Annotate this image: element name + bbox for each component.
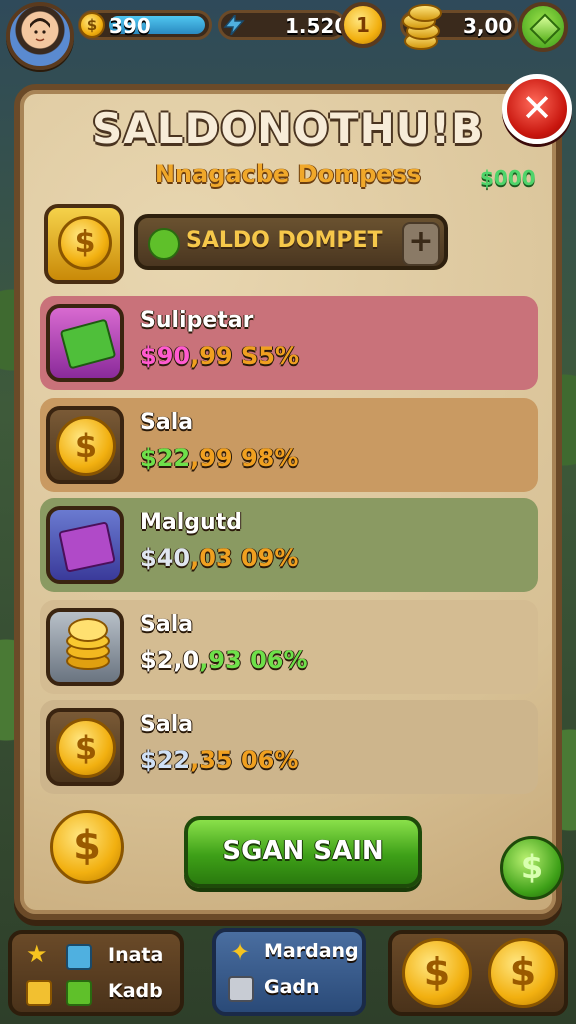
- inventory-button[interactable]: ★ Inata Kadb: [8, 930, 184, 1016]
- add-gems-button[interactable]: [518, 2, 568, 52]
- trade-button[interactable]: ✦ Mardang Gadn: [212, 928, 366, 1016]
- gold-amount: 390: [109, 14, 151, 38]
- dollar-coin-icon: $: [402, 938, 472, 1008]
- dollar-coin-icon: $: [58, 216, 112, 270]
- energy-counter[interactable]: 1.520: [218, 10, 349, 40]
- wallet-balance-bar[interactable]: SALDO DOMPET +: [134, 214, 448, 270]
- star-icon: ★: [26, 940, 48, 968]
- wallet-coin-icon[interactable]: $: [44, 204, 124, 284]
- top-resource-bar: $ 390 1.520 1 3,00: [0, 0, 576, 70]
- dollar-coin-icon[interactable]: $: [50, 810, 124, 884]
- leaf-icon: [148, 228, 180, 260]
- gold-counter[interactable]: $ 390: [78, 10, 212, 40]
- energy-amount: 1.520: [285, 14, 349, 38]
- gem-icon: [529, 13, 561, 45]
- confirm-button[interactable]: SGAN SAIN: [184, 816, 422, 888]
- gold-coin-icon: $: [46, 406, 124, 484]
- item-price: $90,99 S5%: [140, 342, 300, 370]
- item-name: Malgutd: [140, 510, 242, 535]
- balance-tag: $000: [480, 166, 536, 190]
- item-price: $2,0,93 06%: [140, 646, 308, 674]
- bottom-left-label-bottom: Kadb: [108, 980, 163, 1002]
- add-funds-button[interactable]: +: [402, 222, 440, 266]
- item-price: $22,35 06%: [140, 746, 299, 774]
- list-item[interactable]: $ Sala $22,35 06%: [40, 700, 538, 794]
- bottom-mid-label-bottom: Gadn: [264, 976, 320, 998]
- lightning-icon: [223, 15, 245, 35]
- green-cash-icon: [66, 980, 92, 1006]
- sparkle-icon: ✦: [230, 938, 251, 966]
- item-name: Sala: [140, 410, 194, 435]
- list-item[interactable]: $ Sala $22,99 98%: [40, 398, 538, 492]
- wallet-label: SALDO DOMPET: [186, 228, 383, 253]
- list-item[interactable]: Sulipetar $90,99 S5%: [40, 296, 538, 390]
- item-price: $40,03 09%: [140, 544, 299, 572]
- coin-shop-button[interactable]: $ $: [388, 930, 568, 1016]
- blue-gem-icon: [66, 944, 92, 970]
- avatar-face-icon: [30, 18, 50, 42]
- player-avatar[interactable]: [6, 2, 74, 70]
- purple-book-icon: [46, 506, 124, 584]
- gold-coin-icon: $: [79, 12, 105, 38]
- coins-amount: 3,00: [463, 14, 513, 38]
- bottom-nav: ★ Inata Kadb ✦ Mardang Gadn $ $: [0, 924, 576, 1024]
- gold-box-icon: [26, 980, 52, 1006]
- bottom-mid-label-top: Mardang: [264, 940, 359, 962]
- green-coin-button[interactable]: $: [500, 836, 564, 900]
- panel-title: SALDONOTHU!B: [91, 104, 484, 153]
- list-item[interactable]: Sala $2,0,93 06%: [40, 600, 538, 694]
- gold-coin-icon: $: [46, 708, 124, 786]
- coin-stack-icon: [46, 608, 124, 686]
- item-price: $22,99 98%: [140, 444, 299, 472]
- item-name: Sulipetar: [140, 308, 254, 333]
- bottom-left-label-top: Inata: [108, 944, 164, 966]
- item-name: Sala: [140, 612, 194, 637]
- list-item[interactable]: Malgutd $40,03 09%: [40, 498, 538, 592]
- tool-icon: [228, 976, 254, 1002]
- item-name: Sala: [140, 712, 194, 737]
- green-book-icon: [46, 304, 124, 382]
- dollar-coin-icon: $: [488, 938, 558, 1008]
- level-coin-badge[interactable]: 1: [340, 2, 386, 48]
- coin-stack-icon: [400, 4, 442, 50]
